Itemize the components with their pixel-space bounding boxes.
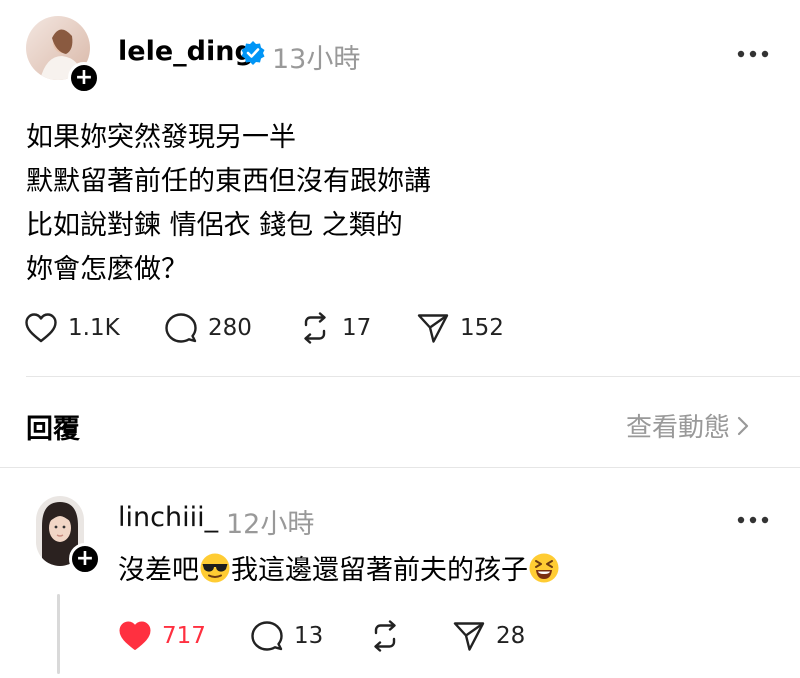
view-activity-label: 查看動態 bbox=[626, 413, 731, 443]
view-activity-link[interactable]: 查看動態 bbox=[626, 407, 750, 444]
comment-bubble-icon bbox=[251, 621, 283, 651]
post-line: 比如說對鍊 情侶衣 錢包 之類的 bbox=[26, 210, 403, 241]
reply-text-part: 我這邊還留著前夫的孩子 bbox=[231, 555, 528, 586]
post-body: 如果妳突然發現另一半 默默留著前任的東西但沒有跟妳講 比如說對鍊 情侶衣 錢包 … bbox=[26, 116, 431, 292]
reply-comment-button[interactable]: 13 bbox=[250, 620, 323, 652]
more-dots-icon[interactable] bbox=[736, 510, 770, 529]
reply-username[interactable]: linchiii_ bbox=[118, 502, 218, 533]
repost-button[interactable]: 17 bbox=[298, 312, 371, 344]
comment-bubble-icon bbox=[165, 313, 197, 343]
share-paper-plane-icon bbox=[417, 314, 449, 343]
chevron-right-icon bbox=[737, 416, 749, 435]
repost-icon bbox=[374, 620, 396, 652]
verified-badge-icon bbox=[240, 40, 266, 70]
reply-time: 12小時 bbox=[226, 509, 315, 540]
like-count: 1.1K bbox=[68, 315, 120, 341]
post-time: 13小時 bbox=[272, 44, 361, 75]
post-line: 默默留著前任的東西但沒有跟妳講 bbox=[26, 166, 431, 197]
post-line: 妳會怎麼做？ bbox=[26, 254, 188, 285]
heart-filled-icon bbox=[119, 621, 151, 650]
like-button[interactable]: 1.1K bbox=[24, 312, 120, 344]
repost-icon bbox=[304, 312, 326, 344]
reply-like-button[interactable]: 717 bbox=[118, 620, 206, 652]
more-dots-icon[interactable] bbox=[736, 44, 770, 63]
replies-title: 回覆 bbox=[26, 414, 80, 445]
follow-plus-button[interactable]: + bbox=[69, 543, 101, 575]
sunglasses-face-emoji bbox=[200, 553, 230, 582]
follow-plus-button[interactable]: + bbox=[68, 62, 100, 94]
divider bbox=[0, 467, 800, 468]
post-line: 如果妳突然發現另一半 bbox=[26, 122, 296, 153]
comment-button[interactable]: 280 bbox=[164, 312, 252, 344]
share-paper-plane-icon bbox=[453, 622, 485, 651]
thread-line bbox=[57, 594, 60, 674]
repost-count: 17 bbox=[342, 315, 372, 341]
reply-repost-button[interactable] bbox=[368, 620, 402, 652]
comment-count: 280 bbox=[208, 315, 252, 341]
heart-icon bbox=[25, 313, 57, 343]
grinning-squinting-face-emoji bbox=[529, 553, 559, 582]
reply-text-part: 沒差吧 bbox=[118, 555, 199, 586]
share-count: 152 bbox=[460, 315, 504, 341]
reply-text: 沒差吧 我這邊還留著前夫的孩子 bbox=[118, 548, 560, 587]
share-button[interactable]: 152 bbox=[416, 312, 504, 344]
reply-share-count: 28 bbox=[496, 623, 526, 649]
reply-comment-count: 13 bbox=[294, 623, 324, 649]
reply-share-button[interactable]: 28 bbox=[452, 620, 525, 652]
reply-like-count: 717 bbox=[162, 623, 206, 649]
post-username[interactable]: lele_ding bbox=[118, 36, 254, 67]
divider bbox=[26, 376, 800, 377]
